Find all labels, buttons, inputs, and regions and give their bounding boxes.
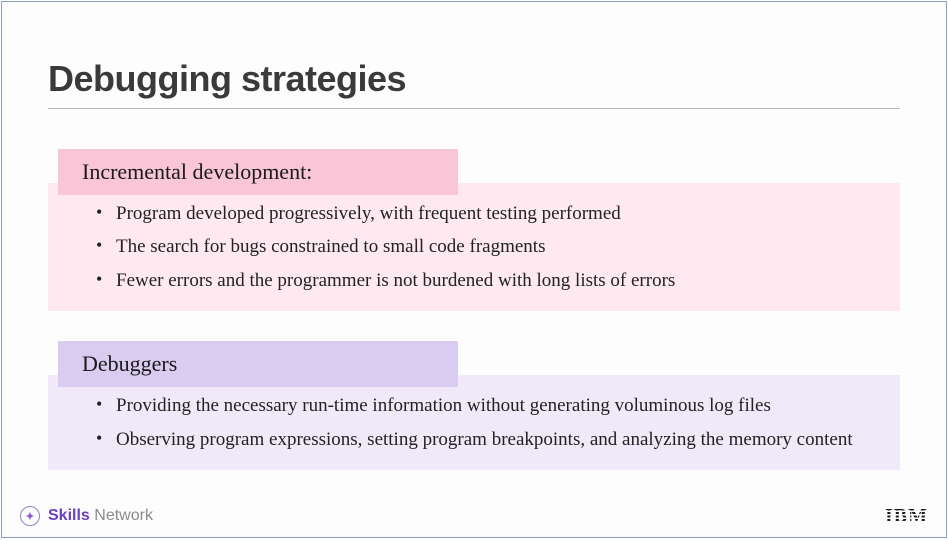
incremental-list: Program developed progressively, with fr… xyxy=(88,197,876,297)
section-header-debuggers: Debuggers xyxy=(58,341,458,387)
skills-network-icon: ✦ xyxy=(20,506,40,526)
section-header-incremental: Incremental development: xyxy=(58,149,458,195)
list-item: The search for bugs constrained to small… xyxy=(88,230,876,263)
list-item: Providing the necessary run-time informa… xyxy=(88,389,876,422)
skills-bold: Skills xyxy=(48,507,90,524)
section-incremental: Incremental development: Program develop… xyxy=(48,137,900,311)
section-debuggers: Debuggers Providing the necessary run-ti… xyxy=(48,329,900,470)
slide: Debugging strategies Incremental develop… xyxy=(1,1,947,538)
skills-light: Network xyxy=(90,507,153,524)
list-item: Observing program expressions, setting p… xyxy=(88,423,876,456)
section-body-incremental: Program developed progressively, with fr… xyxy=(48,183,900,311)
skills-network-label: Skills Network xyxy=(48,507,153,525)
ibm-logo: IBM xyxy=(885,505,928,528)
list-item: Fewer errors and the programmer is not b… xyxy=(88,264,876,297)
list-item: Program developed progressively, with fr… xyxy=(88,197,876,230)
debuggers-list: Providing the necessary run-time informa… xyxy=(88,389,876,456)
section-body-debuggers: Providing the necessary run-time informa… xyxy=(48,375,900,470)
skills-network-badge: ✦ Skills Network xyxy=(20,506,153,526)
page-title: Debugging strategies xyxy=(48,58,900,109)
footer: ✦ Skills Network IBM xyxy=(2,501,946,537)
